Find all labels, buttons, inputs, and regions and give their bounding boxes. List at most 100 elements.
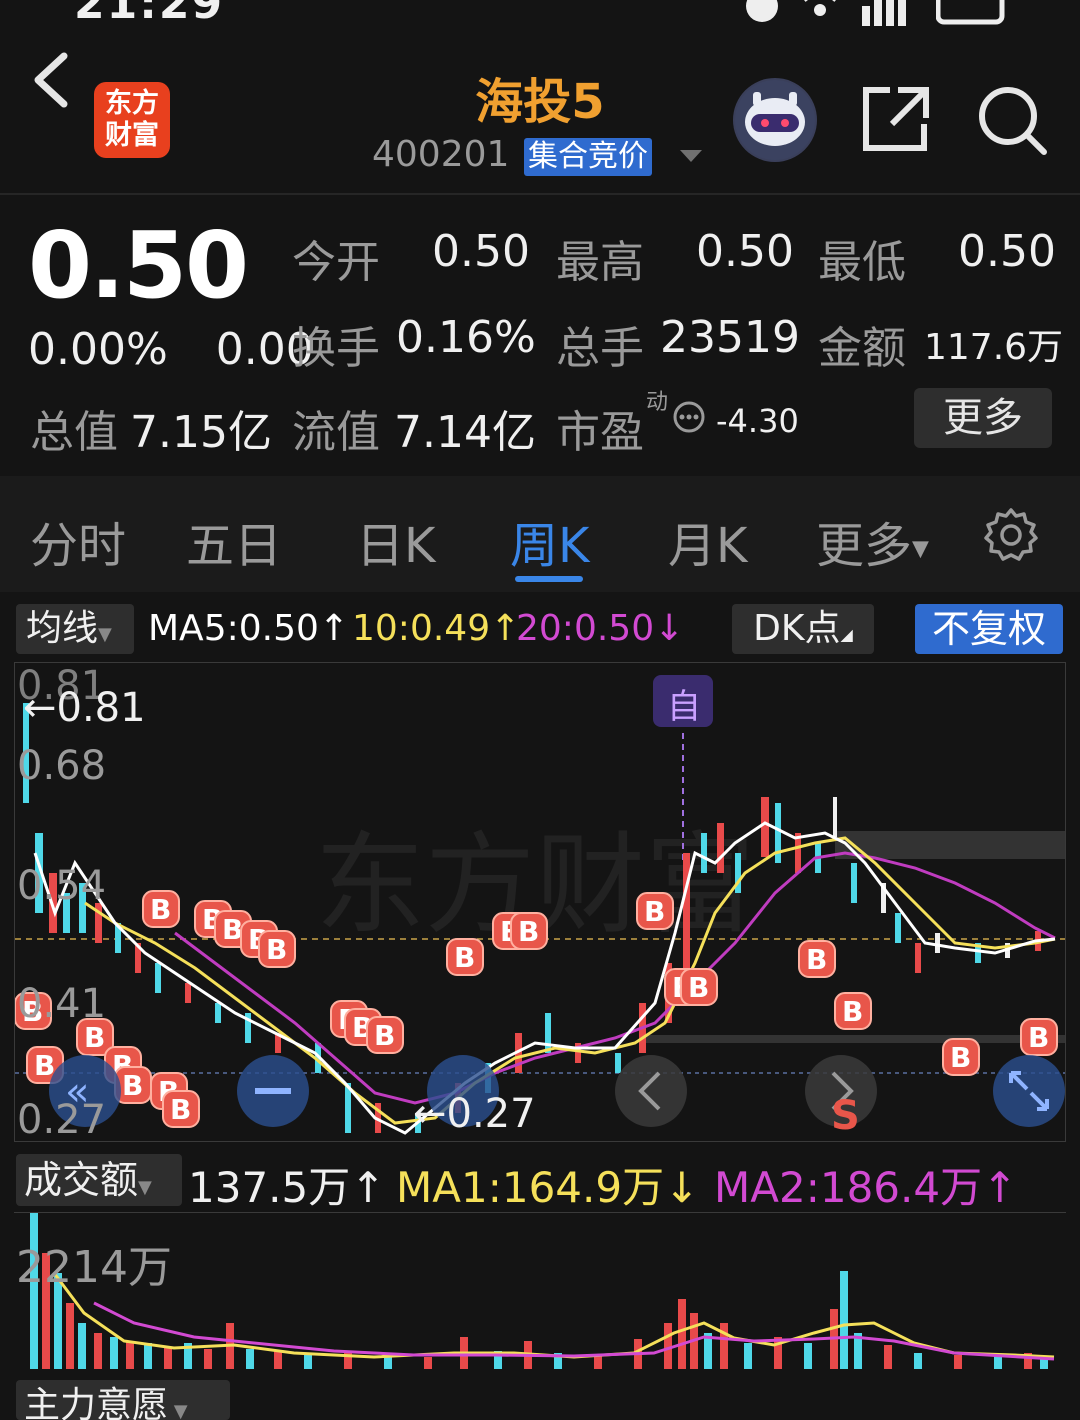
status-time: 21:29	[74, 0, 225, 29]
svg-text:B: B	[122, 1069, 143, 1102]
active-tab-underline	[515, 576, 583, 582]
low-value: 0.50	[958, 226, 1056, 277]
ma5-value: MA5:0.50↑	[148, 608, 350, 649]
market-cap-value: 7.15亿	[130, 407, 272, 458]
code-dropdown-caret-icon[interactable]	[680, 150, 702, 162]
share-icon[interactable]	[862, 86, 930, 152]
volume-current: 137.5万↑	[188, 1163, 386, 1212]
y-label-3: 0.54	[17, 863, 107, 909]
y-label-4: 0.41	[17, 981, 107, 1027]
min-price-marker: ←0.27	[413, 1091, 536, 1137]
volume-chart[interactable]: 2214万	[14, 1212, 1066, 1372]
gear-icon[interactable]	[984, 508, 1038, 562]
assistant-robot-icon[interactable]	[733, 78, 817, 162]
ma20-value: 20:0.50↓	[516, 608, 685, 649]
support-band	[645, 1035, 1065, 1043]
stock-name: 海投5	[475, 74, 605, 130]
stock-code: 400201	[372, 134, 510, 175]
dk-point-selector[interactable]: DK点◢	[732, 604, 874, 654]
status-bar: 21:29	[0, 0, 1080, 30]
tab-monthly-k[interactable]: 月K	[668, 506, 747, 576]
fullscreen-icon[interactable]	[993, 1055, 1065, 1127]
logo-text-top: 东方	[105, 88, 159, 119]
pe-dynamic-sup: 动	[646, 390, 669, 415]
y-label-2: 0.68	[17, 743, 107, 789]
svg-text:B: B	[1028, 1021, 1049, 1054]
volume-bars	[30, 1213, 1048, 1369]
y-label-bottom: 0.27	[17, 1097, 107, 1143]
main-force-label: 主力意愿	[24, 1385, 169, 1420]
main-force-caret-icon: ▼	[168, 1401, 188, 1420]
pe-value: -4.30	[716, 402, 799, 440]
float-cap-value: 7.14亿	[394, 407, 536, 458]
tab-five-day[interactable]: 五日	[186, 506, 282, 576]
current-price: 0.50	[28, 212, 249, 319]
back-arrow-icon[interactable]	[28, 50, 76, 110]
open-value: 0.50	[432, 226, 530, 277]
volume-indicator-selector[interactable]: 成交额▼	[16, 1154, 182, 1206]
volume-legend-row: 成交额▼ 137.5万↑ MA1:164.9万↓ MA2:186.4万↑	[0, 1150, 1080, 1212]
no-adjust-button[interactable]: 不复权	[915, 604, 1063, 654]
header-divider	[0, 193, 1080, 195]
status-icons	[742, 0, 1010, 26]
svg-text:B: B	[842, 995, 863, 1028]
ma-selector-caret-icon: ▼	[98, 624, 112, 645]
sell-marker-text: S	[831, 1093, 860, 1139]
turnover-label: 换手	[292, 323, 380, 374]
ma-selector[interactable]: 均线▼	[16, 604, 134, 654]
self-marker-text: 自	[667, 687, 701, 727]
volume-selector-caret-icon: ▼	[138, 1177, 152, 1198]
amount-label: 金额	[818, 323, 906, 374]
svg-text:B: B	[374, 1019, 395, 1052]
svg-text:B: B	[266, 933, 287, 966]
svg-text:B: B	[950, 1041, 971, 1074]
eastmoney-logo[interactable]: 东方 财富	[94, 82, 170, 158]
alarm-icon	[746, 0, 778, 22]
more-quote-button[interactable]: 更多	[914, 388, 1052, 448]
tab-daily-k[interactable]: 日K	[356, 506, 435, 576]
ma10-value: 10:0.49↑	[352, 608, 521, 649]
amount-value: 117.6万	[924, 327, 1064, 368]
more-dots-icon[interactable]	[672, 400, 706, 434]
battery-icon	[936, 0, 1005, 25]
pe-label: 市盈	[556, 407, 644, 458]
tab-more[interactable]: 更多▼	[816, 506, 929, 576]
tab-weekly-k[interactable]: 周K	[510, 506, 589, 576]
change-percent: 0.00%	[28, 324, 168, 375]
open-label: 今开	[292, 237, 380, 288]
svg-text:B: B	[518, 915, 539, 948]
volume-ma2: MA2:186.4万↑	[714, 1163, 1018, 1212]
high-value: 0.50	[696, 226, 794, 277]
svg-text:B: B	[454, 941, 475, 974]
change-line: 0.00% 0.00	[28, 324, 314, 375]
tab-more-caret-icon: ▼	[912, 536, 929, 562]
dk-point-label: DK点	[753, 608, 841, 649]
svg-text:B: B	[644, 895, 665, 928]
volume-label: 总手	[556, 323, 644, 374]
tab-intraday[interactable]: 分时	[30, 506, 126, 576]
main-force-selector[interactable]: 主力意愿 ▼	[16, 1380, 230, 1420]
kline-chart[interactable]: 东方财富 B B B B B B B B B B B B B B B B B B…	[14, 662, 1066, 1143]
high-label: 最高	[556, 237, 644, 288]
resistance-band	[835, 831, 1065, 859]
kline-canvas: 东方财富 B B B B B B B B B B B B B B B B B B…	[15, 675, 1065, 1135]
volume-selector-label: 成交额	[24, 1158, 139, 1202]
logo-text-bottom: 财富	[105, 120, 159, 151]
float-cap-label: 流值	[292, 407, 380, 458]
svg-text:B: B	[688, 971, 709, 1004]
max-price-marker: ←0.81	[23, 685, 146, 731]
turnover-value: 0.16%	[396, 312, 536, 363]
scroll-left-icon[interactable]	[615, 1055, 687, 1127]
svg-text:B: B	[170, 1093, 191, 1126]
dk-caret-icon: ◢	[840, 625, 853, 644]
market-cap-label: 总值	[30, 407, 118, 458]
tab-more-label: 更多	[816, 518, 913, 574]
auction-tag: 集合竞价	[524, 138, 652, 176]
svg-text:B: B	[150, 893, 171, 926]
chart-nav-overlay: «	[49, 1055, 1065, 1127]
search-icon[interactable]	[976, 84, 1048, 156]
volume-value: 23519	[660, 312, 800, 363]
ma-selector-label: 均线	[26, 608, 99, 649]
ma-legend-row: 均线▼ MA5:0.50↑ 10:0.49↑ 20:0.50↓ DK点◢ 不复权	[0, 600, 1080, 656]
svg-text:B: B	[806, 943, 827, 976]
